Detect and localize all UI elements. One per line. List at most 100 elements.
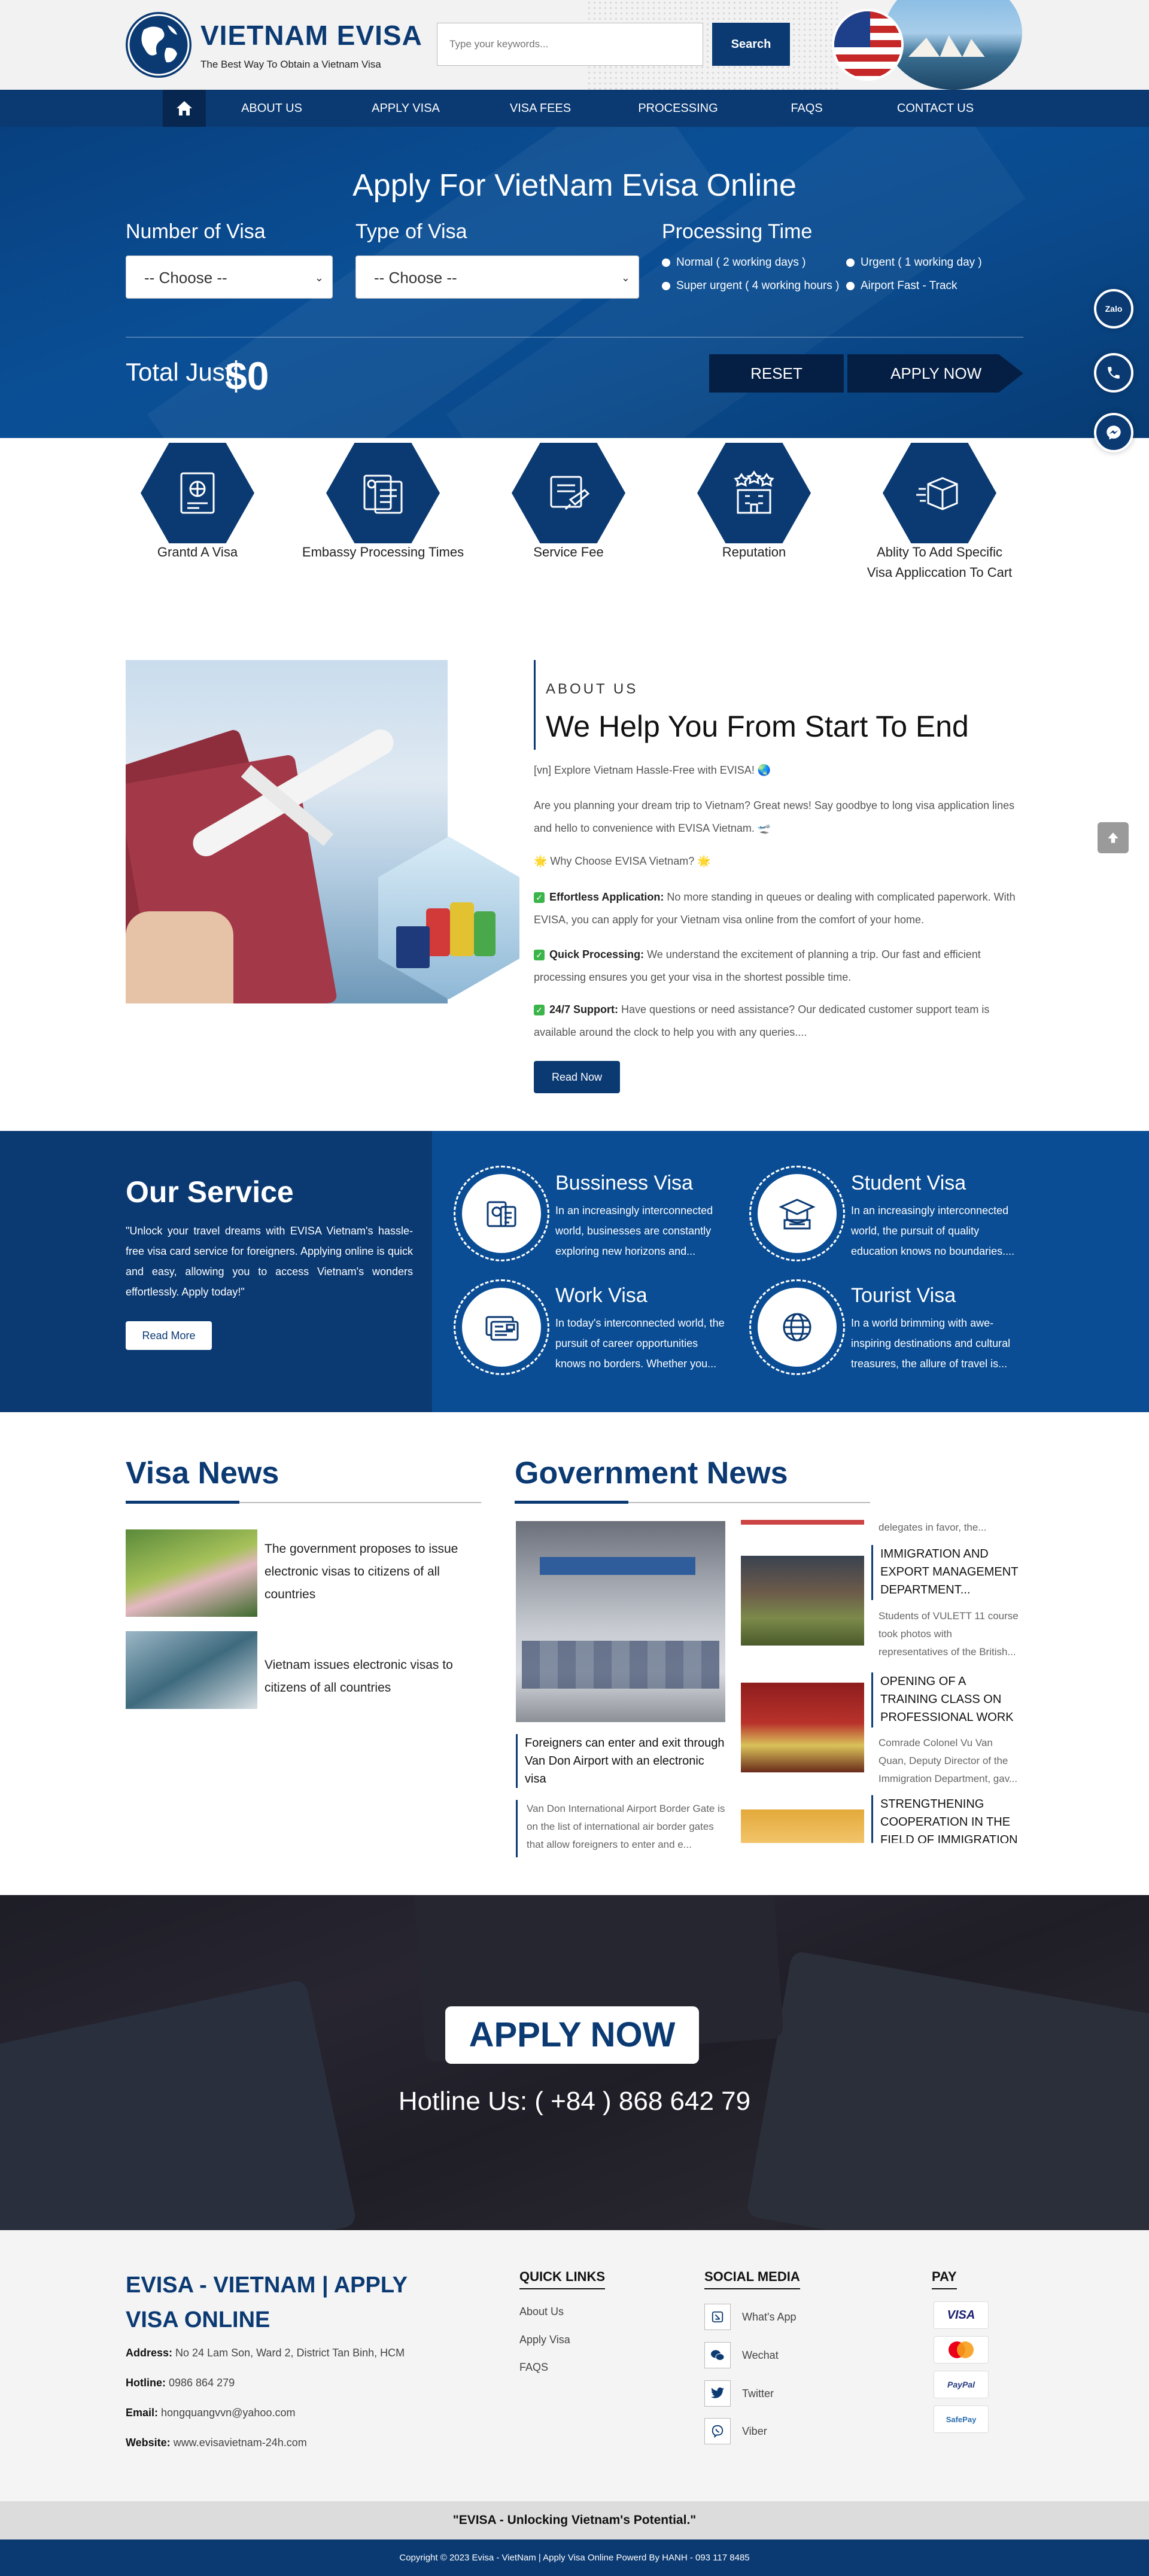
news-title[interactable]: IMMIGRATION AND EXPORT MANAGEMENT DEPART… bbox=[871, 1545, 1021, 1600]
total-value: $0 bbox=[225, 354, 269, 398]
news-thumbnail[interactable] bbox=[741, 1556, 864, 1646]
news-thumbnail[interactable] bbox=[741, 1520, 864, 1525]
social-whatsapp-button[interactable] bbox=[704, 2304, 731, 2330]
news-thumbnail[interactable] bbox=[126, 1529, 257, 1617]
social-viber-button[interactable] bbox=[704, 2418, 731, 2444]
graduation-cap-icon bbox=[779, 1199, 816, 1230]
zalo-button[interactable]: Zalo bbox=[1094, 289, 1133, 329]
news-feature-image[interactable] bbox=[516, 1521, 725, 1722]
social-label[interactable]: Twitter bbox=[742, 2388, 774, 2400]
service-business-visa[interactable] bbox=[454, 1166, 549, 1261]
check-icon: ✓ bbox=[534, 1005, 545, 1015]
arrow-up-icon bbox=[1108, 832, 1118, 843]
feature-add-to-cart[interactable] bbox=[883, 443, 996, 543]
globe-logo-icon[interactable] bbox=[126, 12, 192, 78]
total-label: Total Just: bbox=[126, 358, 239, 386]
scroll-top-button[interactable] bbox=[1098, 822, 1129, 853]
service-name[interactable]: Tourist Visa bbox=[851, 1284, 956, 1307]
news-thumbnail[interactable] bbox=[126, 1631, 257, 1709]
number-of-visa-value: -- Choose -- bbox=[144, 269, 227, 287]
footer-link-faqs[interactable]: FAQS bbox=[519, 2361, 548, 2374]
type-of-visa-label: Type of Visa bbox=[355, 220, 467, 243]
social-twitter-button[interactable] bbox=[704, 2380, 731, 2407]
type-of-visa-value: -- Choose -- bbox=[374, 269, 457, 287]
option-normal[interactable]: Normal ( 2 working days ) bbox=[662, 256, 805, 269]
nav-apply-visa[interactable]: APPLY VISA bbox=[364, 90, 448, 127]
building-icon bbox=[734, 470, 774, 514]
viber-icon bbox=[712, 2425, 724, 2438]
visa-news-heading[interactable]: Visa News bbox=[126, 1455, 279, 1491]
news-feature-title[interactable]: Foreigners can enter and exit through Va… bbox=[516, 1734, 725, 1788]
wechat-icon bbox=[711, 2350, 725, 2361]
option-super-urgent[interactable]: Super urgent ( 4 working hours ) bbox=[662, 279, 839, 293]
search-input[interactable] bbox=[437, 23, 703, 66]
news-title[interactable]: STRENGTHENING COOPERATION IN THE FIELD O… bbox=[871, 1795, 1021, 1843]
ticket-icon bbox=[550, 476, 590, 510]
about-why: 🌟 Why Choose EVISA Vietnam? 🌟 bbox=[534, 855, 711, 867]
service-desc: In a world brimming with awe-inspiring d… bbox=[851, 1317, 1011, 1370]
social-label[interactable]: What's App bbox=[742, 2311, 796, 2323]
news-thumbnail[interactable] bbox=[741, 1683, 864, 1772]
social-wechat-button[interactable] bbox=[704, 2342, 731, 2368]
apply-now-button[interactable]: APPLY NOW bbox=[847, 354, 1023, 393]
type-of-visa-select[interactable]: -- Choose -- ⌄ bbox=[355, 256, 639, 299]
services-text: "Unlock your travel dreams with EVISA Vi… bbox=[126, 1225, 413, 1298]
nav-faqs[interactable]: FAQS bbox=[777, 90, 837, 127]
search-button[interactable]: Search bbox=[712, 23, 790, 66]
number-of-visa-select[interactable]: -- Choose -- ⌄ bbox=[126, 256, 333, 299]
id-card-icon bbox=[485, 1316, 519, 1341]
service-name[interactable]: Student Visa bbox=[851, 1172, 966, 1195]
news-title[interactable]: The government proposes to issue electro… bbox=[265, 1538, 462, 1606]
option-urgent[interactable]: Urgent ( 1 working day ) bbox=[846, 256, 982, 269]
about-bullet-effortless: ✓ Effortless Application: No more standin… bbox=[534, 891, 1016, 926]
brand-name[interactable]: VIETNAM EVISA bbox=[200, 19, 422, 51]
phone-button[interactable] bbox=[1094, 353, 1133, 393]
messenger-button[interactable] bbox=[1094, 413, 1133, 452]
social-media-title: SOCIAL MEDIA bbox=[704, 2269, 800, 2289]
feature-reputation[interactable] bbox=[697, 443, 811, 543]
footer-link-about[interactable]: About Us bbox=[519, 2306, 564, 2318]
passport-icon bbox=[180, 472, 215, 514]
service-student-visa[interactable] bbox=[749, 1166, 845, 1261]
government-news-heading[interactable]: Government News bbox=[515, 1455, 788, 1491]
social-label[interactable]: Wechat bbox=[742, 2349, 779, 2362]
nav-contact-us[interactable]: CONTACT US bbox=[890, 90, 980, 127]
nav-visa-fees[interactable]: VISA FEES bbox=[498, 90, 582, 127]
social-label[interactable]: Viber bbox=[742, 2425, 767, 2438]
visa-card-icon: VISA bbox=[934, 2301, 989, 2329]
footer-link-apply[interactable]: Apply Visa bbox=[519, 2334, 570, 2346]
feature-label: Embassy Processing Times bbox=[302, 545, 464, 559]
news-thumbnail[interactable] bbox=[741, 1809, 864, 1843]
services-read-more-button[interactable]: Read More bbox=[126, 1321, 212, 1350]
whatsapp-icon bbox=[712, 2311, 724, 2323]
radio-icon bbox=[846, 258, 855, 267]
service-work-visa[interactable] bbox=[454, 1279, 549, 1375]
service-tourist-visa[interactable] bbox=[749, 1279, 845, 1375]
pay-title: PAY bbox=[932, 2269, 957, 2289]
check-icon: ✓ bbox=[534, 892, 545, 903]
feature-processing-times[interactable] bbox=[326, 443, 440, 543]
copyright: Copyright © 2023 Evisa - VietNam | Apply… bbox=[0, 2539, 1149, 2576]
footer-brand: EVISA - VIETNAM | APPLY VISA ONLINE bbox=[126, 2273, 408, 2332]
feature-grant-visa[interactable] bbox=[141, 443, 254, 543]
services-title: Our Service bbox=[126, 1175, 294, 1209]
service-name[interactable]: Bussiness Visa bbox=[555, 1172, 693, 1195]
accent-bar bbox=[534, 660, 536, 750]
cta-apply-now-button[interactable]: APPLY NOW bbox=[445, 2006, 699, 2064]
radio-icon bbox=[662, 282, 670, 290]
about-read-now-button[interactable]: Read Now bbox=[534, 1061, 620, 1093]
page: VIETNAM EVISA The Best Way To Obtain a V… bbox=[0, 0, 1149, 2576]
footer-slogan: "EVISA - Unlocking Vietnam's Potential." bbox=[0, 2501, 1149, 2539]
safepay-icon: SafePay bbox=[934, 2405, 989, 2433]
service-name[interactable]: Work Visa bbox=[555, 1284, 648, 1307]
news-title[interactable]: OPENING OF A TRAINING CLASS ON PROFESSIO… bbox=[871, 1672, 1021, 1728]
nav-home-button[interactable] bbox=[163, 90, 206, 127]
home-icon bbox=[177, 101, 192, 115]
reset-button[interactable]: RESET bbox=[709, 354, 844, 393]
news-title[interactable]: Vietnam issues electronic visas to citiz… bbox=[265, 1654, 462, 1699]
option-airport-fast-track[interactable]: Airport Fast - Track bbox=[846, 279, 957, 293]
nav-processing[interactable]: PROCESSING bbox=[630, 90, 726, 127]
feature-service-fee[interactable] bbox=[512, 443, 625, 543]
cta-hotline: Hotline Us: ( +84 ) 868 642 79 bbox=[398, 2087, 751, 2116]
nav-about-us[interactable]: ABOUT US bbox=[230, 90, 314, 127]
